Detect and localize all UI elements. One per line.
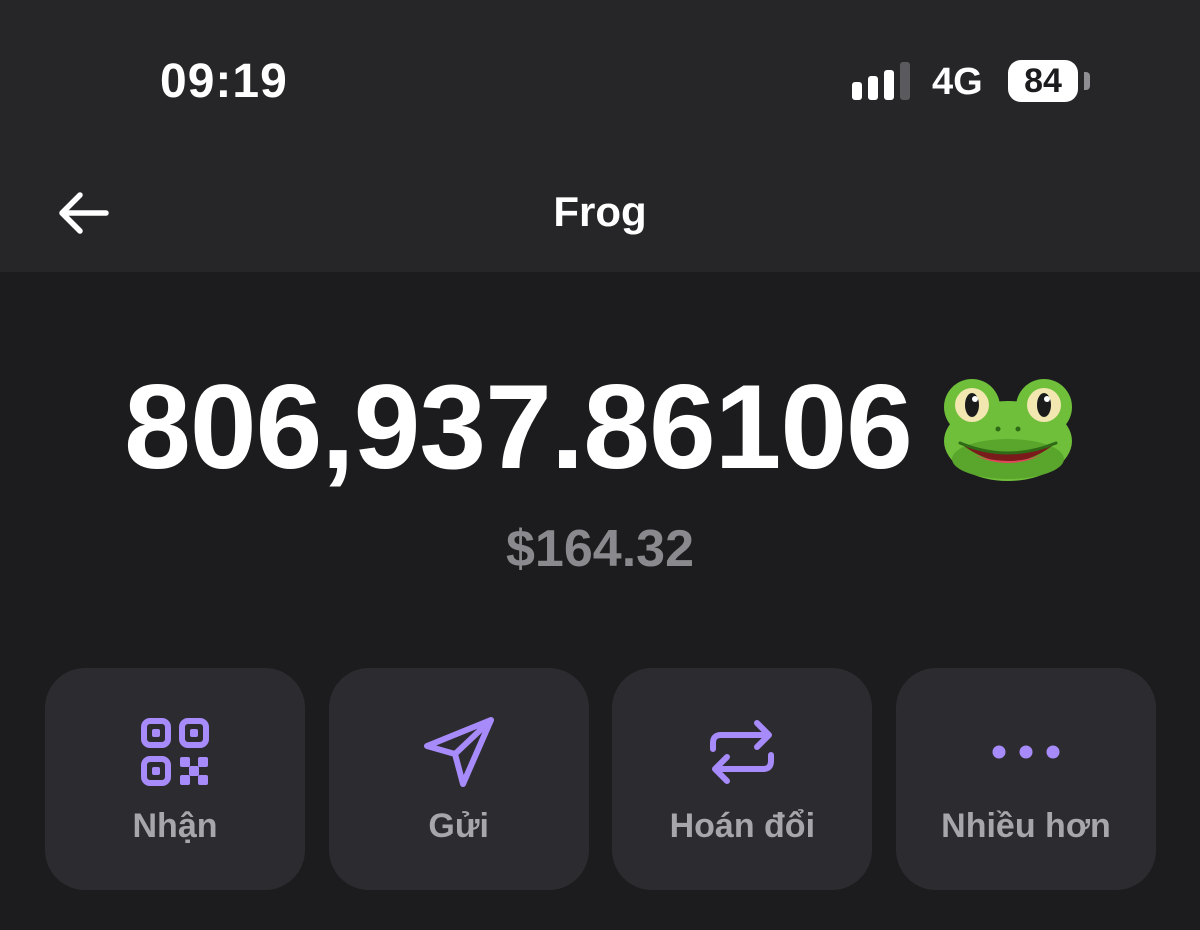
token-balance: 806,937.86106 — [124, 360, 913, 494]
swap-label: Hoán đổi — [669, 807, 816, 845]
fiat-value: $164.32 — [506, 520, 694, 578]
action-buttons: Nhận Gửi Hoán đổi Nhiều hơn — [45, 668, 1156, 890]
arrow-left-icon — [59, 192, 109, 234]
battery-indicator: 84 — [1008, 60, 1078, 102]
network-type: 4G — [932, 61, 983, 103]
more-button[interactable]: Nhiều hơn — [895, 668, 1156, 890]
token-detail-screen: 09:19 4G 84 Frog 806,937.86106 $164.32 N… — [0, 0, 1200, 930]
battery-tip — [1084, 72, 1090, 90]
frog-icon — [943, 379, 1072, 481]
send-label: Gửi — [428, 807, 489, 845]
top-bar: 09:19 4G 84 Frog — [0, 0, 1200, 272]
send-icon — [423, 717, 494, 787]
signal-strength-icon — [852, 62, 910, 100]
more-label: Nhiều hơn — [941, 807, 1111, 845]
back-button[interactable] — [50, 180, 116, 246]
swap-icon — [710, 720, 775, 784]
receive-label: Nhận — [132, 807, 218, 845]
send-button[interactable]: Gửi — [328, 668, 589, 890]
swap-button[interactable]: Hoán đổi — [612, 668, 873, 890]
receive-button[interactable]: Nhận — [45, 668, 305, 890]
more-icon — [992, 745, 1060, 759]
status-time: 09:19 — [160, 55, 288, 108]
balance-row: 806,937.86106 — [0, 362, 1200, 492]
qr-code-icon — [141, 718, 209, 786]
page-title: Frog — [553, 188, 647, 235]
